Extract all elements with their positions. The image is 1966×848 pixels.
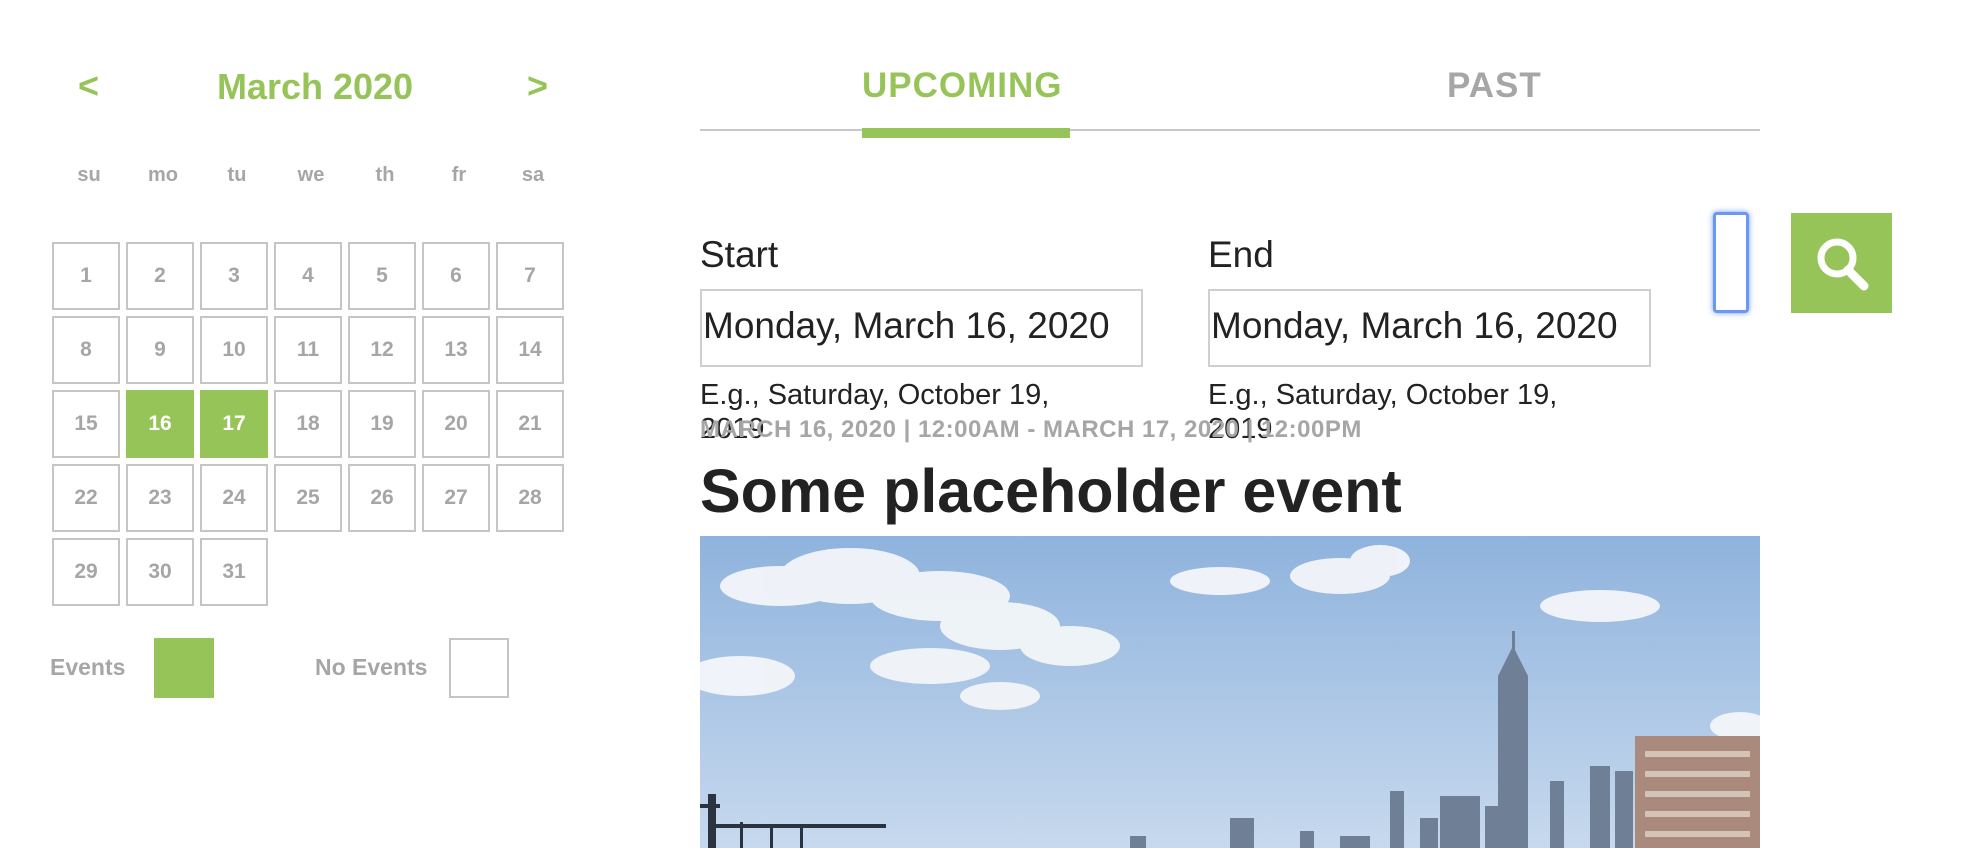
weekday-label: fr [451,164,467,186]
search-icon [1817,238,1869,291]
weekday-label: we [297,164,325,186]
tab-divider [700,129,1760,131]
start-date-input[interactable]: Monday, March 16, 2020 [700,289,1143,367]
weekday-label: su [77,164,101,186]
calendar-day-4[interactable]: 4 [274,242,342,310]
calendar-day-5[interactable]: 5 [348,242,416,310]
calendar-month-title: March 2020 [216,66,414,107]
calendar-day-19[interactable]: 19 [348,390,416,458]
calendar-day-25[interactable]: 25 [274,464,342,532]
weekday-label: sa [521,164,545,186]
tab-past[interactable]: PAST [1447,66,1542,106]
calendar-day-14[interactable]: 14 [496,316,564,384]
calendar-day-6[interactable]: 6 [422,242,490,310]
calendar-day-16[interactable]: 16 [126,390,194,458]
calendar-day-grid: 1 2 3 4 5 6 7 8 9 10 11 12 13 14 15 16 17 18 19 20 21 22 23 24 2… [52,242,564,606]
calendar-day-8[interactable]: 8 [52,316,120,384]
calendar-day-17[interactable]: 17 [200,390,268,458]
start-date-label: Start [700,234,779,275]
weekday-label: mo [148,164,178,186]
calendar-day-24[interactable]: 24 [200,464,268,532]
legend-no-events-swatch [449,638,509,698]
calendar-day-29[interactable]: 29 [52,538,120,606]
weekday-header: su mo tu we th fr sa [52,164,570,187]
active-tab-indicator [862,128,1070,138]
calendar-day-3[interactable]: 3 [200,242,268,310]
calendar-day-21[interactable]: 21 [496,390,564,458]
weekday-label: tu [227,164,247,186]
calendar-day-23[interactable]: 23 [126,464,194,532]
tab-upcoming[interactable]: UPCOMING [862,66,1063,106]
event-date-range: MARCH 16, 2020 | 12:00AM - MARCH 17, 202… [700,416,1362,443]
calendar-day-31[interactable]: 31 [200,538,268,606]
end-date-input[interactable]: Monday, March 16, 2020 [1208,289,1651,367]
search-button[interactable] [1791,213,1892,313]
calendar-day-13[interactable]: 13 [422,316,490,384]
calendar-day-28[interactable]: 28 [496,464,564,532]
calendar-prev-button[interactable]: < [78,66,99,106]
calendar-day-15[interactable]: 15 [52,390,120,458]
event-image[interactable] [700,536,1760,848]
calendar-day-30[interactable]: 30 [126,538,194,606]
end-date-label: End [1208,234,1274,275]
calendar-day-7[interactable]: 7 [496,242,564,310]
calendar-day-18[interactable]: 18 [274,390,342,458]
calendar-day-22[interactable]: 22 [52,464,120,532]
calendar-day-27[interactable]: 27 [422,464,490,532]
calendar-day-20[interactable]: 20 [422,390,490,458]
calendar-day-1[interactable]: 1 [52,242,120,310]
calendar-day-11[interactable]: 11 [274,316,342,384]
legend-events-swatch [154,638,214,698]
focused-field[interactable] [1713,212,1749,313]
weekday-label: th [375,164,395,186]
legend-no-events-label: No Events [315,654,428,680]
calendar-day-9[interactable]: 9 [126,316,194,384]
calendar-day-12[interactable]: 12 [348,316,416,384]
calendar-day-2[interactable]: 2 [126,242,194,310]
event-title[interactable]: Some placeholder event [700,456,1402,526]
calendar-day-26[interactable]: 26 [348,464,416,532]
calendar-day-10[interactable]: 10 [200,316,268,384]
legend-events-label: Events [50,654,126,680]
calendar-next-button[interactable]: > [527,66,548,106]
